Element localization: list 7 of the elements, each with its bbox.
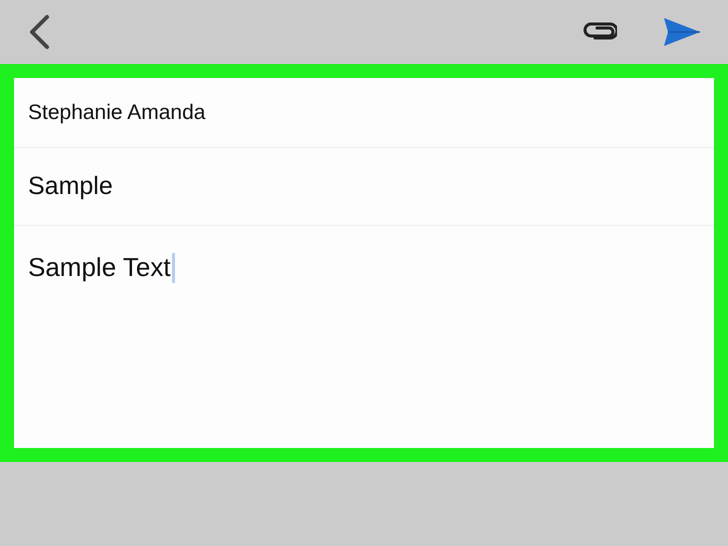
message-body-field[interactable]: Sample Text [28, 248, 175, 287]
paperclip-icon [583, 22, 617, 42]
back-icon [28, 14, 50, 50]
send-icon [663, 17, 701, 47]
subject-field[interactable]: Sample [28, 168, 113, 206]
recipient-field[interactable]: Stephanie Amanda [28, 96, 206, 128]
text-cursor [172, 252, 175, 282]
